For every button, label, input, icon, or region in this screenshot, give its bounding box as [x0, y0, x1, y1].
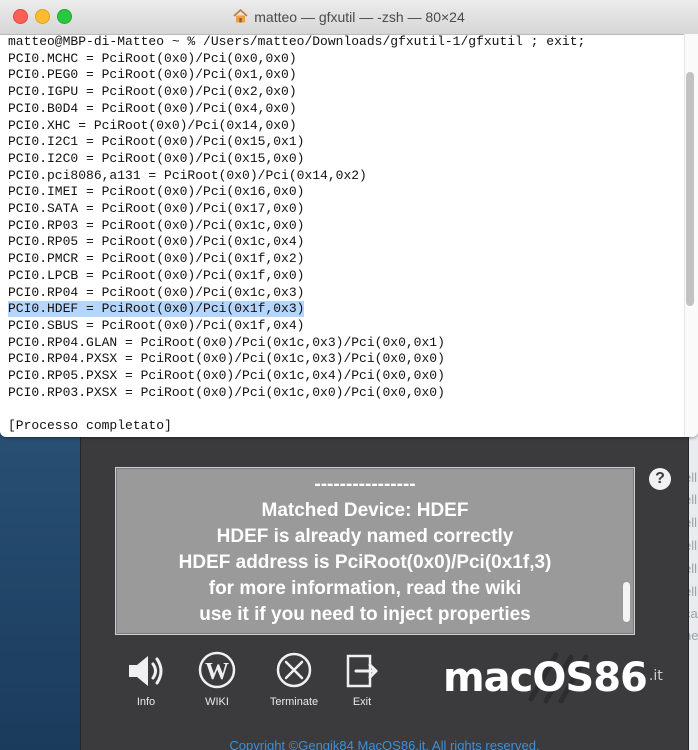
console-line: use it if you need to inject properties: [199, 604, 531, 625]
output-console[interactable]: ---------------- Matched Device: HDEF HD…: [115, 467, 635, 635]
exit-button[interactable]: Exit: [334, 650, 390, 708]
home-icon: [233, 9, 248, 23]
wiki-button[interactable]: W WIKI: [189, 650, 245, 708]
terminal-line: PCI0.pci8086,a131 = PciRoot(0x0)/Pci(0x1…: [8, 167, 367, 183]
terminal-line: PCI0.PMCR = PciRoot(0x0)/Pci(0x1f,0x2): [8, 251, 305, 267]
terminal-line: PCI0.RP03 = PciRoot(0x0)/Pci(0x1c,0x0): [8, 217, 305, 233]
speaker-icon: [129, 656, 163, 686]
console-text: ---------------- Matched Device: HDEF HD…: [116, 472, 614, 628]
terminal-window: matteo — gfxutil — -zsh — 80×24 matteo@M…: [0, 0, 698, 437]
console-line: ----------------: [314, 474, 416, 495]
terminal-titlebar[interactable]: matteo — gfxutil — -zsh — 80×24: [0, 0, 698, 35]
console-line: HDEF address is PciRoot(0x0)/Pci(0x1f,3): [178, 552, 552, 573]
terminate-label: Terminate: [269, 696, 319, 708]
logo-suffix: 86: [593, 655, 648, 701]
help-button[interactable]: ?: [649, 468, 671, 490]
terminal-line: PCI0.SBUS = PciRoot(0x0)/Pci(0x1f,0x4): [8, 317, 305, 333]
svg-text:W: W: [205, 659, 229, 685]
cancel-circle-icon: [276, 652, 312, 688]
terminal-line: PCI0.RP05 = PciRoot(0x0)/Pci(0x1c,0x4): [8, 234, 305, 250]
terminal-line: PCI0.IGPU = PciRoot(0x0)/Pci(0x2,0x0): [8, 84, 297, 100]
macos86-logo: macOS86 .it: [443, 653, 663, 703]
terminal-line: [Processo completato]: [8, 418, 172, 434]
console-scrollbar[interactable]: [623, 582, 630, 622]
terminal-line: PCI0.RP05.PXSX = PciRoot(0x0)/Pci(0x1c,0…: [8, 368, 445, 383]
info-label: Info: [136, 696, 156, 708]
exit-icon: [346, 654, 378, 688]
terminate-button[interactable]: Terminate: [264, 650, 324, 708]
terminal-line: PCI0.IMEI = PciRoot(0x0)/Pci(0x16,0x0): [8, 184, 305, 200]
console-line: for more information, read the wiki: [208, 578, 522, 599]
terminal-line: PCI0.RP04.PXSX = PciRoot(0x0)/Pci(0x1c,0…: [8, 351, 445, 367]
wikipedia-icon: W: [198, 651, 236, 689]
terminal-line: PCI0.PEG0 = PciRoot(0x0)/Pci(0x1,0x0): [8, 67, 297, 83]
terminal-line: PCI0.XHC = PciRoot(0x0)/Pci(0x14,0x0): [8, 117, 297, 133]
terminal-line: PCI0.RP04.GLAN = PciRoot(0x0)/Pci(0x1c,0…: [8, 334, 445, 350]
terminal-line: PCI0.I2C0 = PciRoot(0x0)/Pci(0x15,0x0): [8, 150, 305, 166]
terminal-scrollbar-thumb[interactable]: [686, 72, 694, 306]
terminal-line: PCI0.SATA = PciRoot(0x0)/Pci(0x17,0x0): [8, 201, 305, 216]
terminal-line: PCI0.LPCB = PciRoot(0x0)/Pci(0x1f,0x0): [8, 267, 305, 283]
terminal-line: PCI0.B0D4 = PciRoot(0x0)/Pci(0x4,0x0): [8, 100, 297, 116]
window-title: matteo — gfxutil — -zsh — 80×24: [0, 0, 698, 34]
terminal-line: PCI0.I2C1 = PciRoot(0x0)/Pci(0x15,0x1): [8, 134, 305, 150]
console-line: Matched Device: HDEF: [261, 500, 469, 521]
logo-prefix: mac: [443, 655, 533, 701]
terminal-line-selected: PCI0.HDEF = PciRoot(0x0)/Pci(0x1f,0x3): [8, 301, 305, 318]
logo-os: OS: [532, 655, 594, 701]
copyright-text: Copyright ©Gengik84 MacOS86.it. All righ…: [229, 738, 540, 750]
info-button[interactable]: Info: [118, 650, 174, 708]
terminal-output[interactable]: matteo@MBP-di-Matteo ~ % /Users/matteo/D…: [0, 34, 680, 437]
console-line: HDEF is already named correctly: [216, 526, 514, 547]
terminal-line: PCI0.RP04 = PciRoot(0x0)/Pci(0x1c,0x3): [8, 284, 305, 300]
terminal-line: matteo@MBP-di-Matteo ~ % /Users/matteo/D…: [8, 34, 586, 49]
window-title-text: matteo — gfxutil — -zsh — 80×24: [254, 9, 465, 25]
wiki-label: WIKI: [205, 696, 229, 708]
exit-label: Exit: [352, 696, 372, 708]
terminal-line: PCI0.MCHC = PciRoot(0x0)/Pci(0x0,0x0): [8, 50, 297, 66]
terminal-line: PCI0.RP03.PXSX = PciRoot(0x0)/Pci(0x1c,0…: [8, 384, 445, 400]
macos86-app-window: ? ---------------- Matched Device: HDEF …: [80, 437, 689, 750]
logo-tld: .it: [648, 668, 663, 684]
